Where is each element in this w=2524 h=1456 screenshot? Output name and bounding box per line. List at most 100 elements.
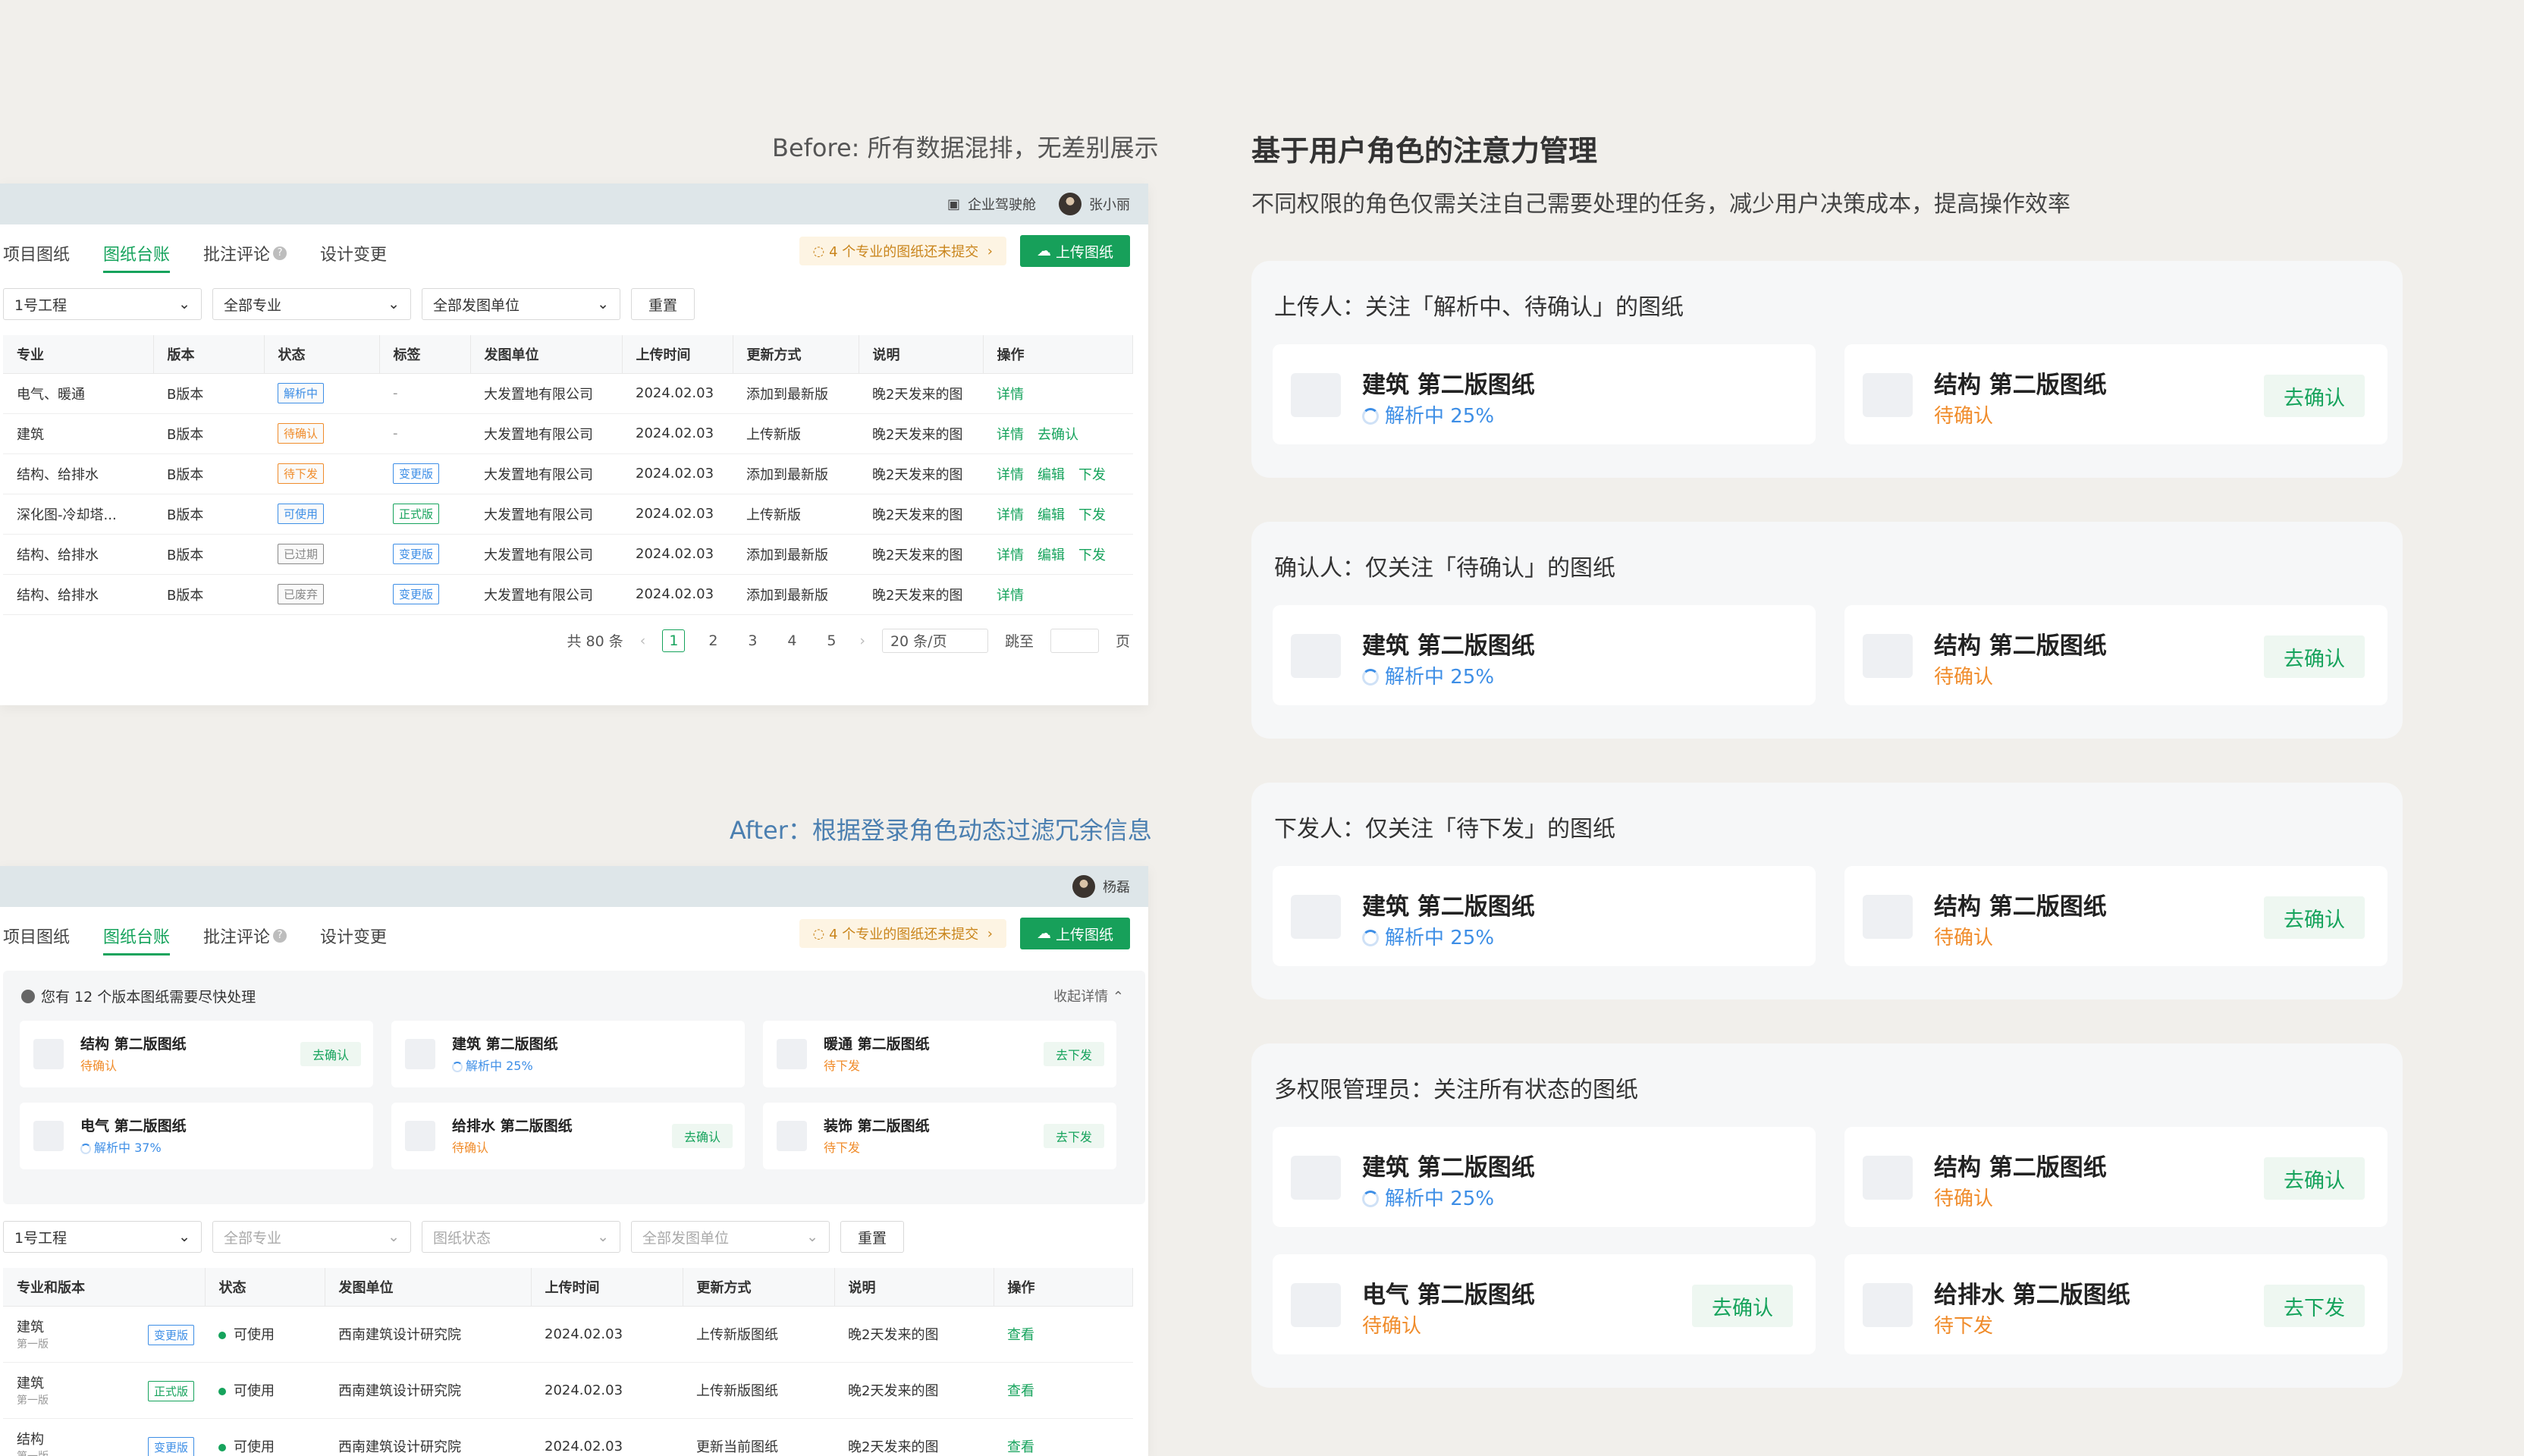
view-link[interactable]: 查看 (1007, 1383, 1034, 1399)
op-link[interactable]: 详情 (997, 548, 1024, 563)
drawing-action-button[interactable]: 去确认 (2264, 896, 2365, 939)
op-link[interactable]: 详情 (997, 507, 1024, 523)
note-cell: 晚2天发来的图 (859, 494, 983, 535)
folder-icon (1863, 373, 1913, 417)
todo-card[interactable]: 给排水 第二版图纸 待确认 去确认 (391, 1103, 745, 1169)
ops-cell: 详情 (983, 574, 1133, 615)
major-select[interactable]: 全部专业 ⌄ (212, 1221, 411, 1253)
drawing-action-button[interactable]: 去确认 (2264, 635, 2365, 678)
op-link[interactable]: 下发 (1078, 548, 1106, 563)
time-cell: 2024.02.03 (622, 494, 733, 535)
prev-page-icon[interactable]: ‹ (640, 632, 646, 649)
tab-design-changes[interactable]: 设计变更 (320, 907, 387, 965)
drawing-card[interactable]: 结构 第二版图纸待确认 去确认 (1844, 605, 2387, 705)
drawing-card[interactable]: 建筑 第二版图纸 解析中 25% (1273, 344, 1816, 444)
jump-input[interactable] (1050, 628, 1099, 653)
drawing-card[interactable]: 给排水 第二版图纸 待下发 去下发 (1844, 1254, 2387, 1354)
drawing-title: 结构 第二版图纸 (1934, 632, 2107, 660)
upload-button[interactable]: ☁ 上传图纸 (1019, 918, 1130, 949)
drawing-card[interactable]: 建筑 第二版图纸 解析中 25% (1273, 1127, 1816, 1227)
page-2[interactable]: 2 (702, 629, 724, 652)
drawing-card[interactable]: 结构 第二版图纸 待确认 去确认 (1844, 344, 2387, 444)
tab-drawing-ledger[interactable]: 图纸台账 (103, 907, 171, 965)
op-link[interactable]: 详情 (997, 427, 1024, 443)
note-cell: 晚2天发来的图 (859, 574, 983, 615)
status-cell: 已过期 (264, 534, 379, 575)
todo-card[interactable]: 电气 第二版图纸 解析中 37% (20, 1103, 373, 1169)
chevron-right-icon: › (978, 243, 993, 259)
major-select[interactable]: 全部专业 ⌄ (212, 288, 411, 320)
drawing-card[interactable]: 结构 第二版图纸 待确认 去确认 (1844, 866, 2387, 966)
collapse-details-button[interactable]: 收起详情 ⌃ (1053, 986, 1124, 1006)
drawing-status: 解析中 25% (1362, 400, 1494, 428)
unit-select[interactable]: 全部发图单位 ⌄ (422, 288, 620, 320)
unit-cell: 大发置地有限公司 (470, 413, 622, 454)
op-link[interactable]: 详情 (997, 588, 1024, 604)
page-4[interactable]: 4 (780, 629, 803, 652)
company-cockpit-link[interactable]: ▣ 企业驾驶舱 (947, 194, 1036, 214)
todo-action-button[interactable]: 去确认 (300, 1042, 361, 1066)
loading-icon (1362, 1191, 1379, 1207)
todo-action-button[interactable]: 去下发 (1043, 1124, 1104, 1148)
todo-card[interactable]: 建筑 第二版图纸 解析中 25% (391, 1021, 745, 1087)
tag-cell: - (379, 373, 470, 414)
op-link[interactable]: 编辑 (1038, 467, 1065, 483)
next-page-icon[interactable]: › (859, 632, 865, 649)
todo-action-button[interactable]: 去下发 (1043, 1042, 1104, 1066)
op-link[interactable]: 去确认 (1038, 427, 1078, 443)
op-link[interactable]: 详情 (997, 387, 1024, 403)
drawing-status: 解析中 25% (1362, 1183, 1494, 1211)
version-tag: 变更版 (147, 1324, 194, 1345)
page-1[interactable]: 1 (662, 629, 686, 652)
op-link[interactable]: 详情 (997, 467, 1024, 483)
drawing-action-button[interactable]: 去确认 (2264, 1157, 2365, 1200)
table-row: 结构、给排水 B版本 已过期 变更版 大发置地有限公司 2024.02.03 添加到最新版晚… (3, 534, 1133, 575)
op-link[interactable]: 下发 (1078, 467, 1106, 483)
drawing-card[interactable]: 建筑 第二版图纸 解析中 25% (1273, 605, 1816, 705)
after-table: 专业和版本 状态 发图单位 上传时间 更新方式 说明 操作 建筑 第一版 变更版 可使用 西南建筑设… (3, 1268, 1133, 1456)
todo-card[interactable]: 暖通 第二版图纸 待下发 去下发 (763, 1021, 1116, 1087)
page-size-select[interactable]: 20 条/页 (881, 628, 988, 653)
page-5[interactable]: 5 (820, 629, 843, 652)
tab-annotations[interactable]: 批注评论? (203, 224, 287, 282)
todo-card[interactable]: 装饰 第二版图纸 待下发 去下发 (763, 1103, 1116, 1169)
time-cell: 2024.02.03 (622, 453, 733, 494)
upload-button[interactable]: ☁ 上传图纸 (1019, 235, 1130, 267)
status-select[interactable]: 图纸状态 ⌄ (422, 1221, 620, 1253)
project-select[interactable]: 1号工程 ⌄ (3, 1221, 202, 1253)
reset-button[interactable]: 重置 (631, 288, 695, 320)
tab-drawing-ledger[interactable]: 图纸台账 (103, 224, 171, 282)
todo-action-button[interactable]: 去确认 (671, 1124, 733, 1148)
drawing-action-button[interactable]: 去下发 (2264, 1285, 2365, 1327)
version-tag: 正式版 (147, 1380, 194, 1401)
drawing-card[interactable]: 电气 第二版图纸 待确认 去确认 (1273, 1254, 1816, 1354)
todo-card[interactable]: 结构 第二版图纸 待确认 去确认 (20, 1021, 373, 1087)
note-cell: 晚2天发来的图 (859, 534, 983, 575)
tab-annotations[interactable]: 批注评论? (203, 907, 287, 965)
drawing-action-button[interactable]: 去确认 (1692, 1285, 1793, 1327)
tab-project-drawings[interactable]: 项目图纸 (3, 907, 70, 965)
unsubmitted-notice[interactable]: ◌ 4 个专业的图纸还未提交 › (799, 919, 1006, 948)
view-link[interactable]: 查看 (1007, 1439, 1034, 1455)
user-menu[interactable]: 杨磊 (1072, 875, 1130, 898)
drawing-action-button[interactable]: 去确认 (2264, 375, 2365, 417)
project-select[interactable]: 1号工程 ⌄ (3, 288, 202, 320)
tab-design-changes[interactable]: 设计变更 (320, 224, 387, 282)
page-3[interactable]: 3 (741, 629, 764, 652)
op-link[interactable]: 编辑 (1038, 548, 1065, 563)
time-cell: 2024.02.03 (622, 413, 733, 454)
drawing-card[interactable]: 结构 第二版图纸 待确认 去确认 (1844, 1127, 2387, 1227)
op-link[interactable]: 编辑 (1038, 507, 1065, 523)
drawing-card[interactable]: 建筑 第二版图纸 解析中 25% (1273, 866, 1816, 966)
view-link[interactable]: 查看 (1007, 1327, 1034, 1343)
user-menu[interactable]: 张小丽 (1059, 193, 1130, 215)
unit-select[interactable]: 全部发图单位 ⌄ (631, 1221, 830, 1253)
op-link[interactable]: 下发 (1078, 507, 1106, 523)
version-cell: B版本 (153, 373, 264, 414)
reset-button[interactable]: 重置 (840, 1221, 905, 1253)
tab-project-drawings[interactable]: 项目图纸 (3, 224, 70, 282)
pagination: 共 80 条 ‹ 1 2 3 4 5 › 20 条/页 跳至 页 (0, 615, 1148, 653)
status-badge: 解析中 (278, 383, 325, 403)
unsubmitted-notice[interactable]: ◌ 4 个专业的图纸还未提交 › (799, 237, 1006, 265)
drawing-status: 待确认 (1934, 666, 1994, 689)
